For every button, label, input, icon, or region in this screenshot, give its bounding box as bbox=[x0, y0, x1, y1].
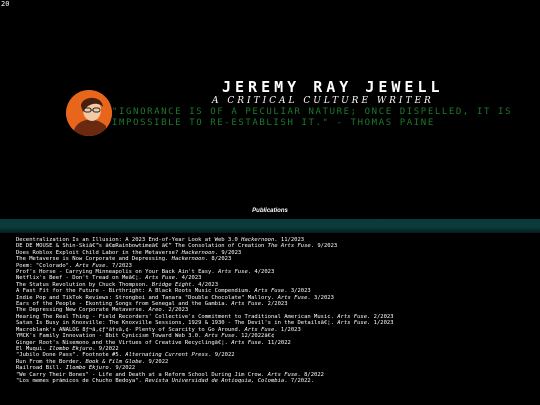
publication-title: YMCK's Family Innovation - 8bit Cynicism… bbox=[16, 333, 205, 340]
publication-outlet: Hackernoon bbox=[241, 237, 275, 243]
publication-title: "We Carry Their Bones" - Life and Death … bbox=[16, 371, 268, 378]
publication-outlet: Arts Fuse bbox=[204, 333, 235, 340]
publication-outlet: Hackernoon bbox=[181, 249, 215, 256]
publication-title: Macroblank's ANALOG 8ƒ¬â,¢ƒ¹â†¤â,¢- Plen… bbox=[16, 326, 245, 333]
publication-date: . 8/2023 bbox=[204, 256, 232, 263]
publication-title: "Jubilo Done Pass". Footnote #5. bbox=[16, 352, 126, 359]
publication-title: Run From the Border. bbox=[16, 358, 86, 365]
publication-title: "Los memes prámicos de Chucho Bedoya". bbox=[16, 377, 146, 384]
publication-date: . 7/2023 bbox=[105, 262, 132, 269]
publication-outlet: Arts Fuse bbox=[267, 371, 298, 378]
publication-outlet: Ilombo Ekjuro bbox=[65, 365, 109, 372]
publications-nav-link[interactable]: Publications bbox=[0, 208, 540, 214]
publication-date: . 3/2023 bbox=[284, 288, 311, 295]
publication-outlet: Arts Fuse bbox=[231, 301, 262, 308]
publication-date: . 9/2023 bbox=[214, 249, 242, 256]
publication-date: . 9/2022 bbox=[108, 365, 136, 372]
publication-title: Netflix's Beef - Don't Tread on Meâ€¦. bbox=[16, 275, 146, 282]
site-tagline: A CRITICAL CULTURE WRITER bbox=[212, 96, 434, 106]
publications-list: Decentralization Is an Illusion: A 2023 … bbox=[16, 237, 536, 384]
publication-date: . 9/2022 bbox=[92, 345, 119, 352]
publication-outlet: Alternating Current Press bbox=[125, 352, 209, 359]
publication-outlet: Areo bbox=[148, 307, 162, 314]
publication-outlet: Arts Fuse bbox=[218, 269, 248, 276]
site-title[interactable]: JEREMY RAY JEWELL bbox=[222, 78, 444, 96]
publication-date: . 4/2023 bbox=[247, 269, 275, 276]
publication-title: Decentralization Is an Illusion: A 2023 … bbox=[16, 237, 242, 243]
publication-date: . 12/2022â€¢ bbox=[234, 333, 275, 340]
publication-title: El Muqui. bbox=[16, 345, 50, 352]
publication-title: DE DE MOUSE & Shin-Skiâ€™s â€œRainbowtim… bbox=[16, 243, 268, 250]
publication-date: . 2/2023 bbox=[161, 307, 189, 314]
publication-title: Indie Pop and TikTok Reviews: Strongboi … bbox=[16, 294, 278, 301]
publication-date: . 4/2023 bbox=[174, 275, 202, 282]
publication-outlet: Arts Fuse bbox=[337, 313, 368, 320]
publication-date: . 9/2023 bbox=[310, 243, 338, 250]
publication-title: Railroad Bill. bbox=[16, 365, 66, 372]
publication-outlet: Arts Fuse bbox=[337, 320, 368, 327]
author-avatar[interactable] bbox=[66, 90, 112, 136]
publication-outlet: Arts Fuse bbox=[75, 262, 106, 269]
publication-title: Ears of the People - Ekonting Songs from… bbox=[16, 301, 232, 308]
publication-outlet: Arts Fuse bbox=[244, 326, 275, 333]
publication-date: . 11/2023 bbox=[274, 237, 305, 243]
page-number: 20 bbox=[1, 0, 10, 8]
publication-title: The Depressing New Corporate Metaverse. bbox=[16, 307, 149, 314]
publication-date: . 8/2022 bbox=[297, 371, 324, 378]
publication-outlet: Arts Fuse bbox=[277, 294, 308, 301]
publication-title: Prof's Horse - Carrying Minneapolis on Y… bbox=[16, 269, 218, 276]
publication-outlet: Book & Film Globe bbox=[85, 358, 142, 365]
publication-title: Satan Is Busy in Knoxville: The Knoxvill… bbox=[16, 320, 338, 327]
publication-title: Does Roblox Exploit Child Labor in the M… bbox=[16, 249, 182, 256]
publication-date: . 1/2023 bbox=[274, 326, 301, 333]
publication-date: . 9/2022 bbox=[141, 358, 169, 365]
publication-title: A Fast Fit for the Future - Birthright: … bbox=[16, 288, 255, 295]
publication-outlet: Hackernoon bbox=[171, 256, 205, 263]
header-quote: "IGNORANCE IS OF A PECULIAR NATURE; ONCE… bbox=[112, 107, 513, 128]
publication-outlet: The Arts Fuse bbox=[267, 243, 311, 250]
publication-outlet: Arts Fuse bbox=[145, 275, 175, 282]
publication-date: . 2/2023 bbox=[367, 313, 394, 320]
publication-date: . 4/2023 bbox=[191, 281, 219, 288]
publication-outlet: Revista Universidad de Antioquia, Colomb… bbox=[145, 377, 285, 384]
publication-date: . 2/2023 bbox=[261, 301, 288, 308]
publication-title: Hearing The Real Thing - Field Recorders… bbox=[16, 313, 338, 320]
publication-date: . 9/2022 bbox=[208, 352, 235, 359]
publication-date: . 3/2023 bbox=[307, 294, 334, 301]
publication-date: . 11/2022 bbox=[261, 339, 291, 346]
section-divider-bar bbox=[0, 219, 540, 233]
publication-item[interactable]: "Los memes prámicos de Chucho Bedoya". R… bbox=[16, 378, 536, 384]
publication-outlet: Arts Fuse bbox=[231, 339, 262, 346]
publication-outlet: Arts Fuse bbox=[254, 288, 285, 295]
publication-date: . 7/2022. bbox=[284, 377, 315, 384]
publication-date: . 1/2023 bbox=[367, 320, 394, 327]
publication-title: The Metaverse is Now Corporate and Depre… bbox=[16, 256, 172, 263]
publication-title: Poem: "Colorado". bbox=[16, 262, 76, 269]
portrait-image bbox=[66, 90, 112, 136]
publication-title: Ginger Root's Nisemono and the Virtues o… bbox=[16, 339, 232, 346]
publication-outlet: Bridge Eight bbox=[151, 281, 192, 288]
publication-title: The Status Revolution by Chuck Thompson. bbox=[16, 281, 152, 288]
publication-outlet: Ilombo Ekjuro bbox=[49, 345, 93, 352]
